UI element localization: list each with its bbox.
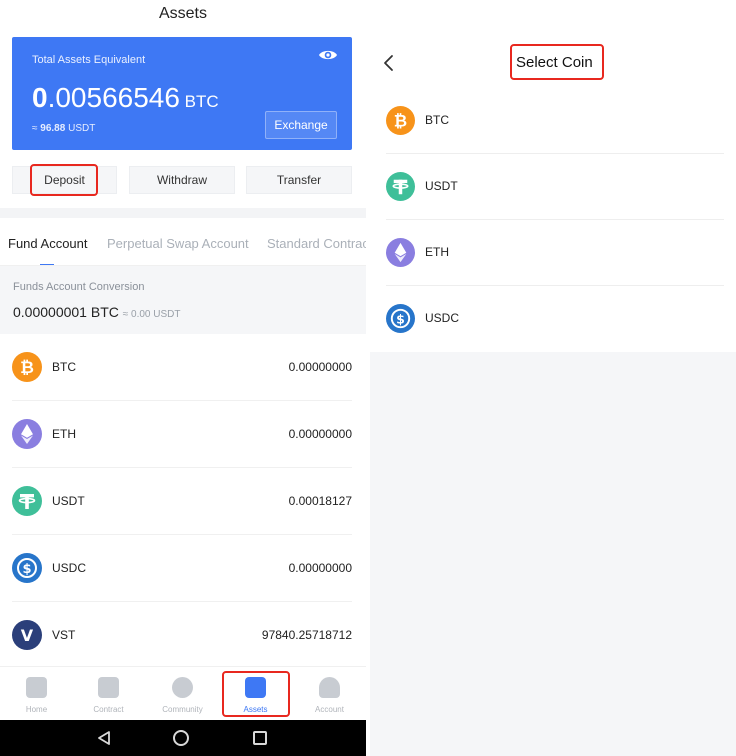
assets-screen: Assets Total Assets Equivalent 0.0056654… [0,0,366,756]
approx-value: 96.88 [40,123,66,134]
tab-contract[interactable]: Contract [72,667,145,721]
balance-approx: ≈ 96.88 USDT [32,123,95,134]
conversion-usdt: ≈ 0.00 USDT [122,309,181,320]
select-coin-screen: Select Coin ₿ BTC USDT ETH $ USDC [370,0,736,756]
back-arrow-icon[interactable] [382,54,396,72]
usdc-icon: $ [12,553,42,583]
approx-prefix: ≈ [32,123,38,134]
funds-conversion: Funds Account Conversion 0.00000001 BTC … [0,266,366,334]
tab-label: Account [315,705,344,714]
total-assets-label: Total Assets Equivalent [32,54,146,66]
list-item[interactable]: $ USDC 0.00000000 [0,535,366,602]
coin-symbol: ETH [52,427,76,441]
tab-label: Contract [93,705,124,714]
balance-integer: 0 [32,82,48,113]
page-title: Assets [158,5,207,22]
coin-symbol: USDC [52,561,87,575]
conversion-label: Funds Account Conversion [13,281,145,293]
conversion-value: 0.00000001 BTC ≈ 0.00 USDT [13,304,180,320]
balance-decimal: .00566546 [47,82,180,113]
tab-standard-contract[interactable]: Standard Contract [267,236,366,251]
conversion-btc: 0.00000001 BTC [13,304,119,320]
usdt-icon [12,486,42,516]
tab-perpetual-swap-account[interactable]: Perpetual Swap Account [107,236,249,251]
svg-text:₿: ₿ [394,111,407,130]
total-balance: 0.00566546 BTC [32,82,219,114]
list-item[interactable]: V VST 97840.25718712 [0,602,366,669]
bottom-tab-bar: Home Contract Community Assets Account [0,666,366,720]
coin-option[interactable]: ETH [370,220,736,286]
tab-label: Community [162,705,203,714]
tab-community[interactable]: Community [146,667,219,721]
coin-symbol: USDT [425,179,458,193]
user-icon [319,677,340,698]
assets-tab-highlight-box [222,671,290,717]
community-icon [172,677,193,698]
total-assets-card: Total Assets Equivalent 0.00566546 BTC ≈… [12,37,352,150]
coin-symbol: BTC [52,360,76,374]
approx-unit: USDT [68,123,96,134]
tab-fund-account[interactable]: Fund Account [8,236,88,251]
tab-account[interactable]: Account [293,667,366,721]
coin-option[interactable]: USDT [370,154,736,220]
svg-text:$: $ [22,562,31,577]
coin-amount: 0.00000000 [288,360,352,374]
system-nav-bar [0,720,366,756]
coin-amount: 0.00000000 [288,561,352,575]
svg-text:$: $ [396,311,405,326]
coin-amount: 97840.25718712 [261,628,352,642]
coin-symbol: USDC [425,311,460,325]
account-tabs: Fund Account Perpetual Swap Account Stan… [0,222,366,266]
home-circle-icon[interactable] [173,730,189,746]
contract-icon [98,677,119,698]
btc-icon: ₿ [12,352,42,382]
btc-icon: ₿ [386,106,415,135]
coin-option[interactable]: ₿ BTC [370,88,736,154]
usdc-icon: $ [386,304,415,333]
deposit-highlight-box [30,164,98,196]
list-item[interactable]: USDT 0.00018127 [0,468,366,535]
coin-symbol: USDT [52,494,85,508]
eye-icon[interactable] [318,48,338,62]
section-divider [0,208,366,218]
tab-label: Home [25,705,48,714]
coin-symbol: VST [52,628,76,642]
back-triangle-icon[interactable] [96,730,112,746]
withdraw-button[interactable]: Withdraw [129,166,235,194]
eth-icon [12,419,42,449]
recent-apps-icon[interactable] [253,731,267,745]
coin-option[interactable]: $ USDC [370,286,736,352]
tab-home[interactable]: Home [0,667,73,721]
transfer-button[interactable]: Transfer [246,166,352,194]
coin-symbol: BTC [425,113,449,127]
select-coin-highlight-box [510,44,604,80]
select-coin-list-panel: Select Coin ₿ BTC USDT ETH $ USDC [370,0,736,352]
list-item[interactable]: ₿ BTC 0.00000000 [0,334,366,401]
eth-icon [386,238,415,267]
coin-amount: 0.00018127 [288,494,352,508]
vst-icon: V [12,620,42,650]
coin-symbol: ETH [425,245,449,259]
usdt-icon [386,172,415,201]
balance-unit: BTC [184,92,219,111]
coin-amount: 0.00000000 [288,427,352,441]
home-icon [26,677,47,698]
list-item[interactable]: ETH 0.00000000 [0,401,366,468]
exchange-button[interactable]: Exchange [265,111,337,139]
svg-text:V: V [21,626,34,645]
svg-text:₿: ₿ [20,358,34,378]
